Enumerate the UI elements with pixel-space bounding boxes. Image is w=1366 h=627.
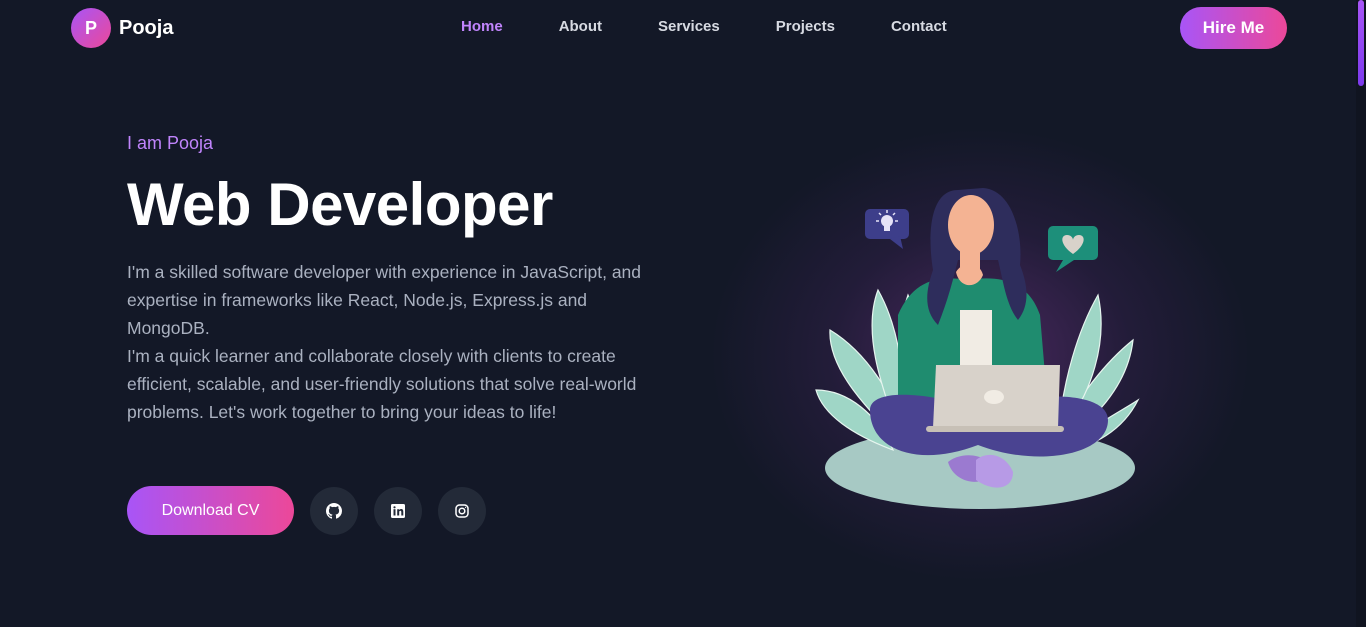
github-link[interactable] (310, 486, 358, 535)
person-face (948, 195, 994, 255)
hero-intro: I am Pooja (127, 133, 214, 153)
instagram-icon (455, 503, 469, 518)
nav-links: Home About Services Projects Contact (461, 18, 947, 35)
hero-description: I'm a skilled software developer with ex… (127, 258, 657, 426)
hero-description-paragraph-1: I'm a skilled software developer with ex… (127, 262, 642, 338)
nav-link-home[interactable]: Home (461, 18, 503, 35)
navbar: P Pooja Home About Services Projects Con… (0, 0, 1356, 56)
nav-link-projects[interactable]: Projects (776, 18, 835, 35)
nav-link-services[interactable]: Services (658, 18, 720, 35)
brand-logo[interactable]: P Pooja (71, 8, 173, 48)
instagram-link[interactable] (438, 486, 486, 535)
nav-link-contact[interactable]: Contact (891, 18, 947, 35)
page-scrollbar[interactable] (1356, 0, 1366, 627)
nav-link-about[interactable]: About (559, 18, 602, 35)
hero-description-paragraph-2: I'm a quick learner and collaborate clos… (127, 346, 637, 422)
linkedin-link[interactable] (374, 486, 422, 535)
brand-badge: P (71, 8, 111, 48)
hero-actions: Download CV (127, 486, 486, 535)
scrollbar-thumb[interactable] (1358, 0, 1364, 86)
heart-bubble-icon (1048, 226, 1098, 272)
github-icon (326, 502, 342, 519)
brand-name: Pooja (119, 16, 174, 39)
developer-illustration (815, 188, 1140, 509)
idea-bubble-icon (865, 209, 909, 249)
hire-me-button[interactable]: Hire Me (1180, 7, 1287, 49)
download-cv-button[interactable]: Download CV (127, 486, 294, 535)
hero-title: Web Developer (127, 171, 553, 238)
linkedin-icon (391, 503, 405, 518)
